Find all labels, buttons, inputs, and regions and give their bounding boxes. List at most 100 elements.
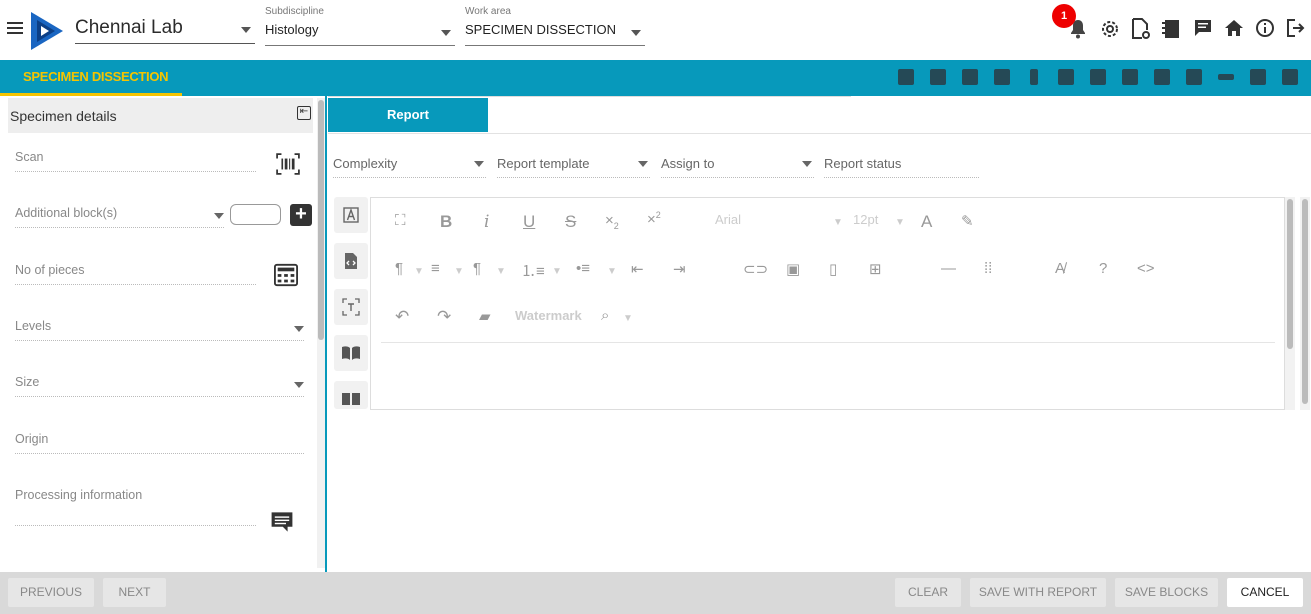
text-color-icon[interactable]: A — [921, 212, 932, 232]
notebook-icon[interactable] — [1161, 18, 1181, 40]
book-open-icon[interactable] — [334, 335, 368, 371]
document-settings-icon[interactable] — [1131, 18, 1151, 40]
comment-icon[interactable] — [270, 510, 294, 534]
assign-to-select[interactable]: Assign to — [661, 156, 814, 178]
next-button[interactable]: NEXT — [103, 578, 166, 607]
toolbar-document-icon[interactable] — [1184, 67, 1204, 87]
chat-icon[interactable] — [1193, 18, 1213, 38]
horizontal-line-icon[interactable]: — — [941, 260, 956, 277]
add-block-button[interactable]: + — [290, 204, 312, 226]
bold-icon[interactable]: B — [440, 212, 452, 232]
workarea-select[interactable]: Work area SPECIMEN DISSECTION — [465, 6, 645, 46]
link-icon[interactable]: ⊂⊃ — [743, 260, 768, 278]
calculator-icon[interactable] — [274, 263, 298, 287]
panel-scrollbar[interactable] — [317, 98, 325, 568]
paragraph-style-icon[interactable]: ¶ — [473, 260, 481, 277]
no-of-pieces-input[interactable]: No of pieces — [15, 263, 256, 285]
toolbar-barcode-icon[interactable] — [1088, 67, 1108, 87]
report-editor[interactable]: ⛶ B i U S ×2 ×2 Arial ▼ 12pt ▼ A ✎ ¶ ▼ ≡… — [370, 197, 1285, 410]
text-format-icon[interactable] — [334, 197, 368, 233]
logout-icon[interactable] — [1285, 18, 1305, 38]
panel-header: Specimen details ⇤ — [8, 98, 313, 133]
undo-icon[interactable]: ↶ — [395, 307, 409, 327]
superscript-icon[interactable]: ×2 — [647, 210, 661, 228]
outdent-icon[interactable]: ⇤ — [631, 260, 644, 278]
processing-information-textarea[interactable]: Processing information — [15, 488, 256, 526]
toolbar-attachment-icon[interactable] — [1216, 67, 1236, 87]
subdiscipline-value: Histology — [265, 22, 319, 37]
toolbar-grid-icon[interactable] — [1280, 67, 1300, 87]
levels-select[interactable]: Levels — [15, 319, 304, 341]
toolbar-tube-icon[interactable] — [1024, 67, 1044, 87]
code-document-icon[interactable] — [334, 243, 368, 279]
home-icon[interactable] — [1224, 18, 1244, 38]
highlight-icon[interactable]: ✎ — [961, 212, 974, 230]
underline-icon[interactable]: U — [523, 212, 535, 232]
subdiscipline-label: Subdiscipline — [265, 6, 324, 17]
tab-report[interactable]: Report — [328, 98, 488, 132]
subscript-icon[interactable]: ×2 — [605, 212, 619, 231]
image-icon[interactable]: ▣ — [786, 260, 800, 278]
logo-icon — [31, 12, 63, 50]
save-with-report-button[interactable]: SAVE WITH REPORT — [970, 578, 1106, 607]
italic-icon[interactable]: i — [484, 212, 489, 232]
report-template-select[interactable]: Report template — [497, 156, 650, 178]
toolbar-link-icon[interactable] — [896, 67, 916, 87]
code-view-icon[interactable]: <> — [1137, 260, 1155, 277]
info-icon[interactable] — [1255, 18, 1275, 38]
save-blocks-button[interactable]: SAVE BLOCKS — [1115, 578, 1218, 607]
fullscreen-icon[interactable]: ⛶ — [395, 212, 406, 229]
clear-button[interactable]: CLEAR — [895, 578, 961, 607]
previous-button[interactable]: PREVIOUS — [8, 578, 94, 607]
align-icon[interactable]: ≡ — [431, 260, 440, 277]
clear-formatting-icon[interactable]: A̸ — [1055, 260, 1065, 277]
specimen-details-panel: Specimen details ⇤ Scan Additional block… — [0, 96, 327, 572]
cancel-button[interactable]: CANCEL — [1227, 578, 1303, 607]
ordered-list-icon[interactable]: ⒈≡ — [521, 260, 545, 281]
toolbar-cassette-icon[interactable] — [1056, 67, 1076, 87]
barcode-scan-icon[interactable] — [276, 152, 300, 176]
font-size-select[interactable]: 12pt — [853, 212, 878, 227]
size-select[interactable]: Size — [15, 375, 304, 397]
report-status-field[interactable]: Report status — [824, 156, 979, 178]
comment-bubble-icon[interactable]: ▰ — [479, 307, 491, 325]
toolbar-search-document-icon[interactable] — [1248, 67, 1268, 87]
levels-label: Levels — [15, 319, 52, 333]
origin-label: Origin — [15, 432, 49, 446]
toolbar-edit-icon[interactable] — [992, 67, 1012, 87]
report-scrollbar[interactable] — [1300, 197, 1310, 410]
font-family-select[interactable]: Arial — [715, 212, 741, 227]
chevron-down-icon — [631, 30, 641, 36]
paragraph-format-icon[interactable]: ¶ — [395, 260, 403, 277]
origin-input[interactable]: Origin — [15, 432, 304, 454]
search-icon[interactable]: ⌕ — [601, 307, 609, 324]
select-all-icon[interactable]: ⁞⁞ — [984, 260, 992, 277]
book-icon[interactable] — [334, 381, 368, 409]
editor-scrollbar[interactable] — [1285, 197, 1295, 410]
toolbar-add-document-icon[interactable] — [1152, 67, 1172, 87]
report-template-label: Report template — [497, 156, 590, 171]
additional-blocks-count[interactable] — [230, 204, 281, 225]
toolbar-gallery-icon[interactable] — [1120, 67, 1140, 87]
redo-icon[interactable]: ↷ — [437, 307, 451, 327]
additional-blocks-select[interactable]: Additional block(s) — [15, 206, 224, 228]
complexity-select[interactable]: Complexity — [333, 156, 486, 178]
toolbar-calendar-icon[interactable] — [928, 67, 948, 87]
strikethrough-icon[interactable]: S — [565, 212, 576, 232]
settings-icon[interactable] — [1100, 19, 1120, 39]
menu-icon[interactable] — [7, 22, 23, 34]
help-icon[interactable]: ? — [1099, 260, 1107, 277]
watermark-button[interactable]: Watermark — [515, 308, 582, 323]
lab-select[interactable]: Chennai Lab — [75, 14, 255, 44]
collapse-panel-icon[interactable]: ⇤ — [297, 106, 311, 120]
scan-input[interactable]: Scan — [15, 150, 256, 172]
table-icon[interactable]: ⊞ — [869, 260, 882, 278]
indent-icon[interactable]: ⇥ — [673, 260, 686, 278]
subdiscipline-select[interactable]: Subdiscipline Histology — [265, 6, 455, 46]
unordered-list-icon[interactable]: •≡ — [576, 260, 590, 277]
text-select-icon[interactable] — [334, 289, 368, 325]
chevron-down-icon — [474, 161, 484, 167]
toolbar-history-icon[interactable] — [960, 67, 980, 87]
chevron-down-icon: ▼ — [552, 266, 562, 277]
file-icon[interactable]: ▯ — [829, 260, 837, 278]
